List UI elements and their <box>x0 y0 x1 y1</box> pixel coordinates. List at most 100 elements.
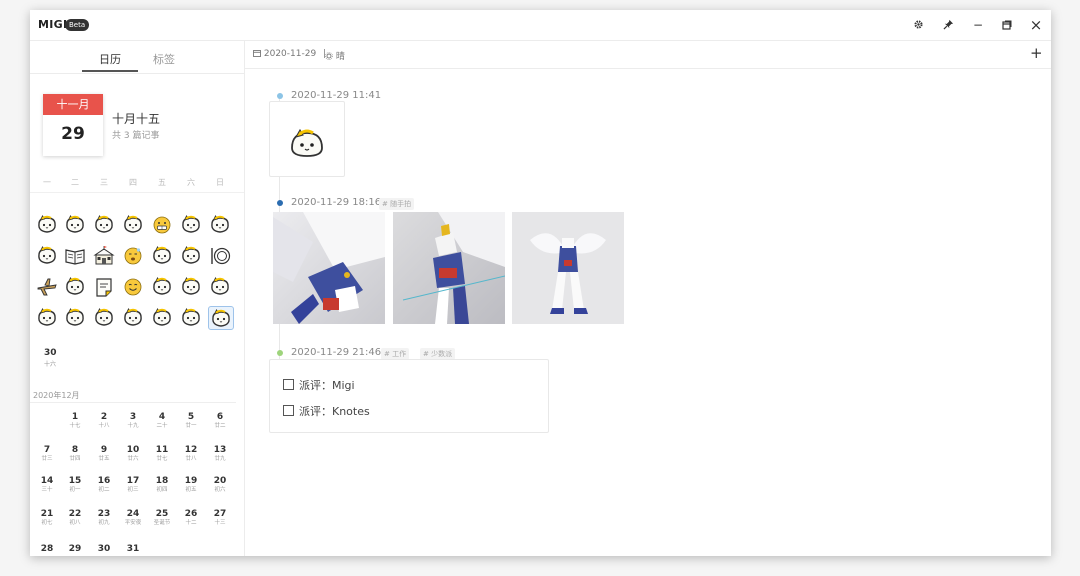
todo-checkbox[interactable] <box>283 405 294 416</box>
weekday-divider <box>30 192 244 193</box>
todo-label: 派评：Migi <box>299 379 355 392</box>
settings-button[interactable] <box>907 15 929 35</box>
calendar-day-cell[interactable] <box>63 275 89 299</box>
weekday-label: 一 <box>43 178 51 187</box>
tab-tags[interactable]: 标签 <box>136 51 192 69</box>
calendar-day-cell[interactable] <box>35 244 61 268</box>
weekday-label: 三 <box>100 178 108 187</box>
photo-gundam-3[interactable] <box>512 212 624 324</box>
calendar-day-31[interactable]: 31 <box>119 544 147 555</box>
calendar-day-cell[interactable] <box>63 244 89 268</box>
day-lunar: 十九 <box>127 423 139 429</box>
tab-calendar[interactable]: 日历 <box>82 51 138 69</box>
minimize-button[interactable]: − <box>967 15 989 35</box>
calendar-day-3[interactable]: 3 十九 <box>119 412 147 430</box>
pin-button[interactable] <box>937 15 959 35</box>
calendar-day-10[interactable]: 10 廿六 <box>119 445 147 463</box>
day-number: 25 <box>155 509 169 519</box>
calendar-day-11[interactable]: 11 廿七 <box>148 445 176 463</box>
calendar-day-4[interactable]: 4 二十 <box>148 412 176 430</box>
calendar-day-cell[interactable] <box>150 213 176 237</box>
grimace-face-icon <box>153 216 171 234</box>
active-tab-indicator <box>82 70 138 72</box>
airplane-icon <box>37 278 57 296</box>
sticker-card[interactable] <box>269 101 345 177</box>
calendar-day-7[interactable]: 7 廿三 <box>33 445 61 463</box>
day-lunar: 平安夜 <box>124 520 142 526</box>
cat-face-icon <box>66 276 84 295</box>
calendar-day-cell[interactable] <box>92 213 118 237</box>
calendar-day-2[interactable]: 2 十八 <box>90 412 118 430</box>
calendar-day-15[interactable]: 15 初一 <box>61 476 89 494</box>
calendar-day-5[interactable]: 5 廿一 <box>177 412 205 430</box>
calendar-day-16[interactable]: 16 初二 <box>90 476 118 494</box>
todo-checkbox[interactable] <box>283 379 294 390</box>
calendar-day-cell[interactable] <box>35 275 61 299</box>
cat-face-icon <box>212 308 230 327</box>
day-lunar: 廿三 <box>41 456 53 462</box>
cat-face-icon <box>95 214 113 233</box>
calendar-day-cell[interactable] <box>179 275 205 299</box>
calendar-day-cell[interactable] <box>179 213 205 237</box>
calendar-day-selected[interactable] <box>208 306 234 330</box>
cat-face-icon <box>124 307 142 326</box>
calendar-day-13[interactable]: 13 廿九 <box>206 445 234 463</box>
calendar-day-19[interactable]: 19 初五 <box>177 476 205 494</box>
calendar-day-14[interactable]: 14 三十 <box>33 476 61 494</box>
header-weather[interactable]: 晴 <box>325 49 345 62</box>
calendar-day-22[interactable]: 22 初八 <box>61 509 89 527</box>
add-entry-button[interactable]: + <box>1030 44 1043 62</box>
calendar-day-26[interactable]: 26 十二 <box>177 509 205 527</box>
calendar-day-28[interactable]: 28 <box>33 544 61 555</box>
calendar-day-cell[interactable] <box>150 244 176 268</box>
calendar-day-cell[interactable] <box>208 275 234 299</box>
photo-gundam-2[interactable] <box>393 212 505 324</box>
calendar-day-27[interactable]: 27 十三 <box>206 509 234 527</box>
day-lunar: 初八 <box>69 520 81 526</box>
calendar-day-cell[interactable] <box>208 213 234 237</box>
photo-gundam-1[interactable] <box>273 212 385 324</box>
date-card: 十一月 29 <box>43 94 103 156</box>
day-lunar: 十三 <box>214 520 226 526</box>
calendar-day-18[interactable]: 18 初四 <box>148 476 176 494</box>
calendar-day-cell[interactable] <box>208 244 234 268</box>
calendar-day-17[interactable]: 17 初三 <box>119 476 147 494</box>
date-card-day: 29 <box>61 124 85 144</box>
calendar-day-cell[interactable] <box>92 275 118 299</box>
entry-tag[interactable]: # 随手拍 <box>379 198 415 210</box>
calendar-day-21[interactable]: 21 初七 <box>33 509 61 527</box>
calendar-day-1[interactable]: 1 十七 <box>61 412 89 430</box>
title-bar: MIGI Beta − × <box>30 10 1051 41</box>
calendar-day-cell[interactable] <box>121 306 147 330</box>
calendar-day-8[interactable]: 8 廿四 <box>61 445 89 463</box>
calendar-day-cell[interactable] <box>35 213 61 237</box>
calendar-day-29[interactable]: 29 <box>61 544 89 555</box>
calendar-day-cell[interactable] <box>179 244 205 268</box>
month-divider <box>30 402 236 403</box>
calendar-day-25[interactable]: 25 圣诞节 <box>148 509 176 527</box>
calendar-day-30[interactable]: 30 <box>90 544 118 555</box>
calendar-day-cell[interactable] <box>35 306 61 330</box>
calendar-day-6[interactable]: 6 廿二 <box>206 412 234 430</box>
restore-button[interactable] <box>996 15 1018 35</box>
calendar-day-cell[interactable] <box>150 275 176 299</box>
calendar-day-24[interactable]: 24 平安夜 <box>119 509 147 527</box>
cat-face-icon <box>182 276 200 295</box>
calendar-day-20[interactable]: 20 初六 <box>206 476 234 494</box>
header-date[interactable]: 2020-11-29 | <box>253 49 330 59</box>
calendar-day-cell[interactable] <box>63 213 89 237</box>
calendar-day-cell[interactable] <box>92 306 118 330</box>
calendar-day-12[interactable]: 12 廿八 <box>177 445 205 463</box>
day-lunar: 廿二 <box>214 423 226 429</box>
calendar-day-cell[interactable] <box>179 306 205 330</box>
calendar-day-cell[interactable] <box>92 244 118 268</box>
calendar-day-cell[interactable] <box>150 306 176 330</box>
day-30[interactable]: 30 <box>44 348 57 358</box>
close-button[interactable]: × <box>1025 15 1047 35</box>
calendar-day-cell[interactable] <box>121 213 147 237</box>
calendar-day-cell[interactable] <box>121 244 147 268</box>
calendar-day-cell[interactable] <box>121 275 147 299</box>
calendar-day-23[interactable]: 23 初九 <box>90 509 118 527</box>
calendar-day-cell[interactable] <box>63 306 89 330</box>
calendar-day-9[interactable]: 9 廿五 <box>90 445 118 463</box>
